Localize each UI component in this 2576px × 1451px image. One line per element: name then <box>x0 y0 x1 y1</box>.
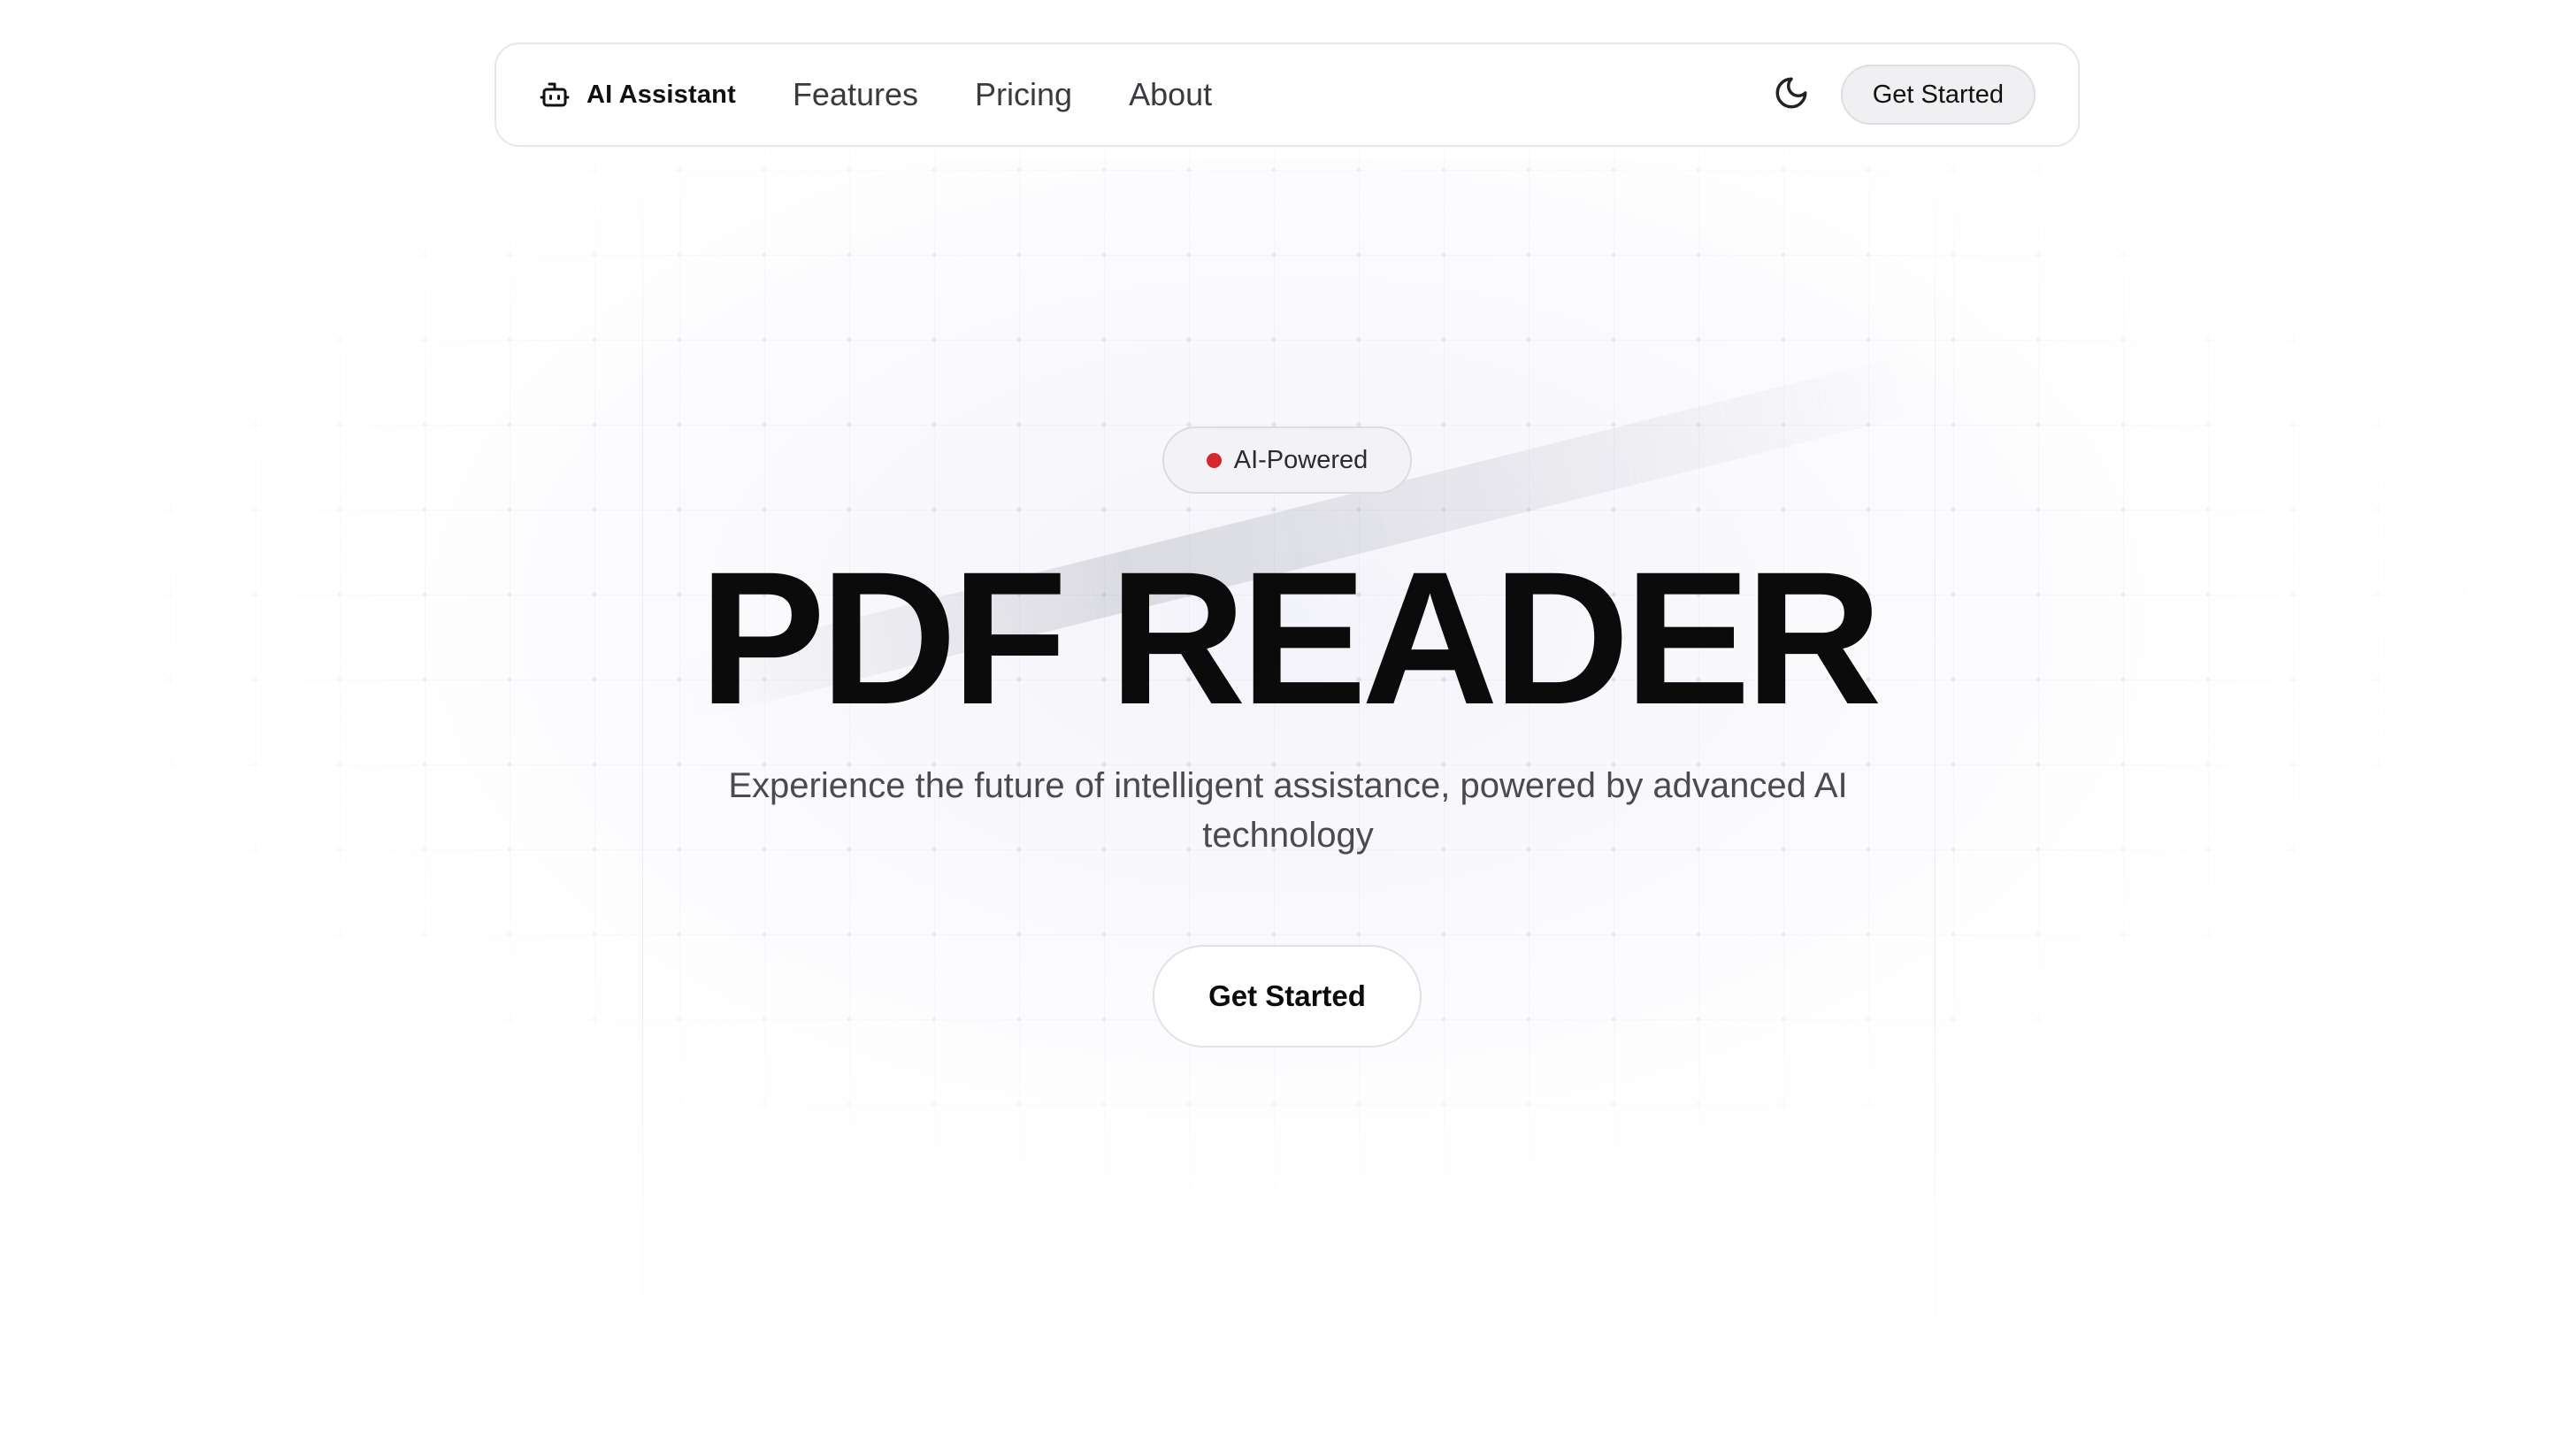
nav-actions: Get Started <box>1770 65 2036 125</box>
theme-toggle-button[interactable] <box>1770 73 1813 116</box>
status-dot-icon <box>1206 452 1222 468</box>
moon-icon <box>1773 74 1810 116</box>
hero-title: PDF READER <box>699 533 1882 744</box>
nav-link-pricing[interactable]: Pricing <box>975 76 1072 113</box>
brand-label: AI Assistant <box>586 80 736 109</box>
badge-label: AI-Powered <box>1233 445 1368 474</box>
navbar: AI Assistant Features Pricing About Get … <box>494 42 2080 147</box>
nav-link-features[interactable]: Features <box>793 76 918 113</box>
hero-get-started-button[interactable]: Get Started <box>1153 945 1422 1048</box>
nav-links: Features Pricing About <box>793 76 1212 113</box>
ai-powered-badge: AI-Powered <box>1162 426 1412 494</box>
hero-subtitle: Experience the future of intelligent ass… <box>728 766 1848 855</box>
nav-link-about[interactable]: About <box>1129 76 1212 113</box>
brand-logo-link[interactable]: AI Assistant <box>539 79 736 111</box>
robot-icon <box>539 79 571 111</box>
nav-get-started-button[interactable]: Get Started <box>1840 65 2036 125</box>
